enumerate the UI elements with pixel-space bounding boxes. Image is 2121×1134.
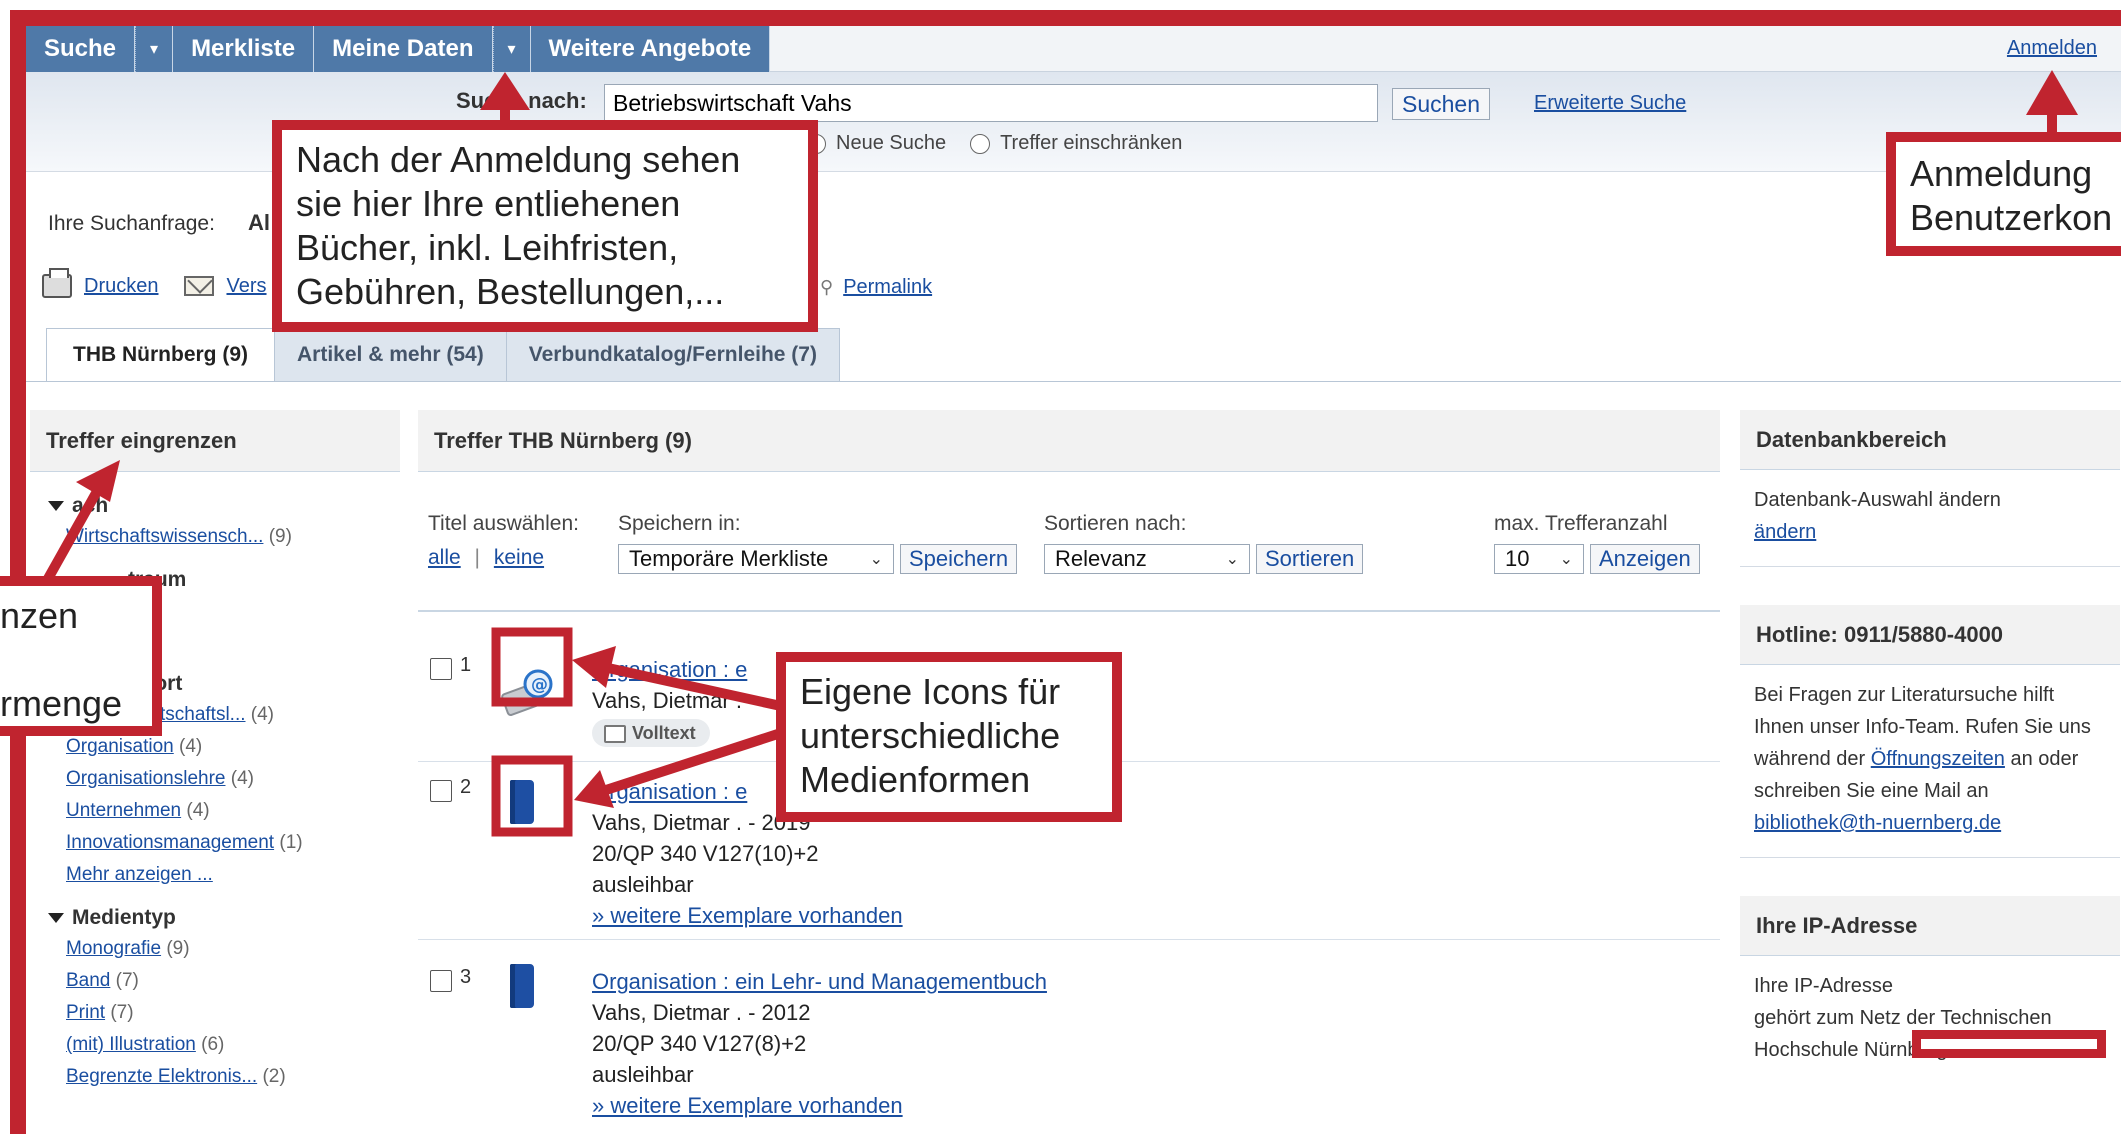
redaction-box	[1912, 1030, 2106, 1058]
callout-anmeldung: Anmeldung Benutzerkon	[1886, 132, 2121, 256]
callout-eingrenzen: nzen rmenge	[0, 576, 162, 736]
callout-icons: Eigene Icons für unterschiedliche Medien…	[776, 652, 1122, 822]
callout-meine-daten: Nach der Anmeldung sehen sie hier Ihre e…	[272, 120, 818, 332]
